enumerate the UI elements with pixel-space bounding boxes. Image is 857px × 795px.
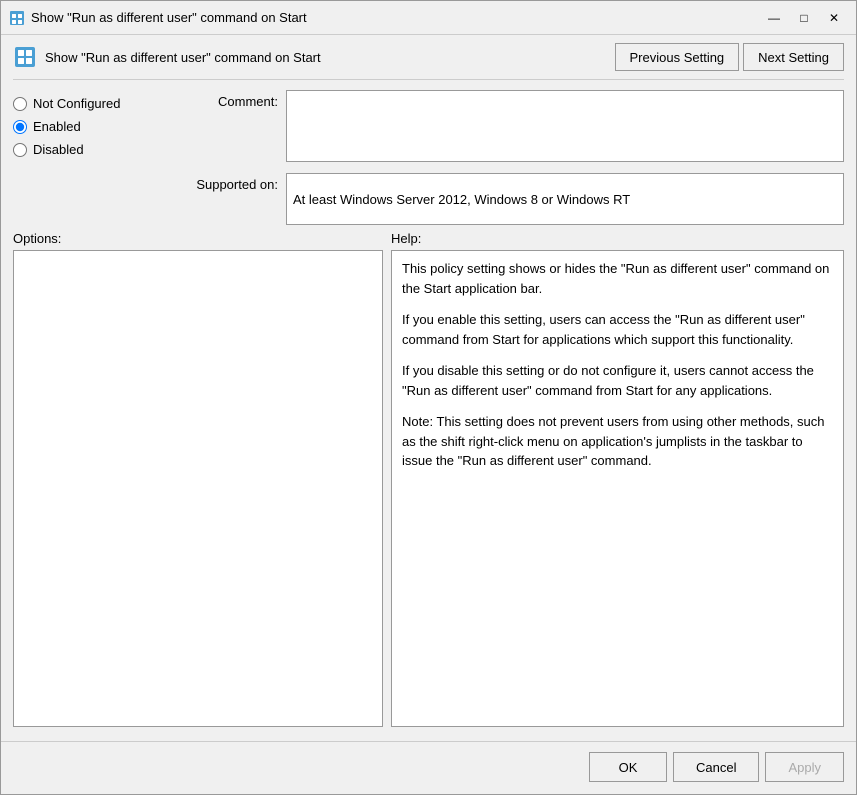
comment-field-container xyxy=(286,90,844,165)
enabled-option[interactable]: Enabled xyxy=(13,117,188,136)
next-setting-button[interactable]: Next Setting xyxy=(743,43,844,71)
policy-header: Show "Run as different user" command on … xyxy=(13,43,844,80)
footer: OK Cancel Apply xyxy=(1,741,856,794)
window-icon xyxy=(9,10,25,26)
help-panel: Help: This policy setting shows or hides… xyxy=(391,231,844,727)
comment-textarea[interactable] xyxy=(286,90,844,162)
policy-title: Show "Run as different user" command on … xyxy=(45,50,321,65)
comment-label: Comment: xyxy=(188,90,278,109)
main-window: Show "Run as different user" command on … xyxy=(0,0,857,795)
window-title: Show "Run as different user" command on … xyxy=(31,10,754,25)
help-paragraph-2: If you enable this setting, users can ac… xyxy=(402,310,833,349)
main-area: Not Configured Enabled Disabled Comment: xyxy=(13,90,844,727)
window-controls: — □ ✕ xyxy=(760,7,848,29)
policy-icon xyxy=(13,45,37,69)
disabled-radio[interactable] xyxy=(13,143,27,157)
supported-value: At least Windows Server 2012, Windows 8 … xyxy=(286,173,844,225)
supported-row: Supported on: At least Windows Server 20… xyxy=(188,173,844,225)
title-bar: Show "Run as different user" command on … xyxy=(1,1,856,35)
apply-button[interactable]: Apply xyxy=(765,752,844,782)
not-configured-radio[interactable] xyxy=(13,97,27,111)
left-panel: Not Configured Enabled Disabled xyxy=(13,90,188,225)
help-paragraph-1: This policy setting shows or hides the "… xyxy=(402,259,833,298)
minimize-button[interactable]: — xyxy=(760,7,788,29)
content-area: Show "Run as different user" command on … xyxy=(1,35,856,735)
previous-setting-button[interactable]: Previous Setting xyxy=(615,43,740,71)
options-panel: Options: xyxy=(13,231,383,727)
supported-label: Supported on: xyxy=(188,173,278,192)
options-title: Options: xyxy=(13,231,383,246)
nav-buttons: Previous Setting Next Setting xyxy=(615,43,845,71)
ok-button[interactable]: OK xyxy=(589,752,667,782)
top-section: Not Configured Enabled Disabled Comment: xyxy=(13,90,844,225)
enabled-label: Enabled xyxy=(33,119,81,134)
not-configured-option[interactable]: Not Configured xyxy=(13,94,188,113)
bottom-section: Options: Help: This policy setting shows… xyxy=(13,231,844,727)
right-panel: Comment: Supported on: At least Windows … xyxy=(188,90,844,225)
supported-field-container: At least Windows Server 2012, Windows 8 … xyxy=(286,173,844,225)
help-paragraph-4: Note: This setting does not prevent user… xyxy=(402,412,833,471)
policy-title-section: Show "Run as different user" command on … xyxy=(13,45,321,69)
help-paragraph-3: If you disable this setting or do not co… xyxy=(402,361,833,400)
maximize-button[interactable]: □ xyxy=(790,7,818,29)
disabled-option[interactable]: Disabled xyxy=(13,140,188,159)
options-box xyxy=(13,250,383,727)
help-text-box[interactable]: This policy setting shows or hides the "… xyxy=(391,250,844,727)
not-configured-label: Not Configured xyxy=(33,96,120,111)
close-button[interactable]: ✕ xyxy=(820,7,848,29)
disabled-label: Disabled xyxy=(33,142,84,157)
help-title: Help: xyxy=(391,231,844,246)
enabled-radio[interactable] xyxy=(13,120,27,134)
cancel-button[interactable]: Cancel xyxy=(673,752,759,782)
comment-row: Comment: xyxy=(188,90,844,165)
